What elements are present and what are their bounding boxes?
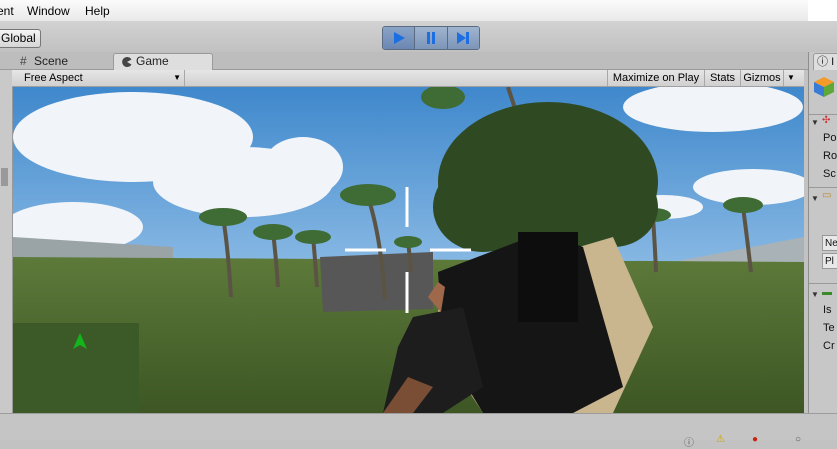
aspect-label: Free Aspect: [24, 72, 83, 84]
aspect-dropdown[interactable]: Free Aspect ▼: [17, 70, 185, 86]
menu-window[interactable]: Window: [27, 4, 70, 18]
status-bar: ⓘ ⚠ ● ○: [0, 413, 837, 449]
tab-game[interactable]: Game: [113, 53, 213, 71]
menu-bar: ent Window Help: [0, 0, 837, 22]
inspector-field-ne[interactable]: Ne: [822, 235, 837, 251]
menu-right-area: [808, 0, 837, 21]
inspector-row-cr: Cr: [823, 340, 835, 352]
game-view[interactable]: [13, 87, 804, 413]
pause-button[interactable]: [415, 27, 448, 49]
pivot-global-button[interactable]: Global: [0, 29, 41, 48]
game-scene-render: [13, 87, 804, 413]
component-icon: ▬: [822, 287, 832, 298]
left-scrollbar-thumb[interactable]: [1, 168, 8, 186]
pause-icon: [426, 32, 435, 44]
stats-button[interactable]: Stats: [704, 70, 740, 86]
maximize-on-play-button[interactable]: Maximize on Play: [607, 70, 704, 86]
warning-status-icon: ⚠: [716, 434, 725, 445]
tab-inspector-label: I: [831, 56, 835, 68]
tab-game-label: Game: [136, 54, 169, 68]
game-view-toolbar: Free Aspect ▼ Maximize on Play Stats Giz…: [12, 70, 804, 87]
step-icon: [457, 32, 470, 44]
transform-rotation-label: Ro: [823, 150, 837, 162]
inspector-row-is: Is: [823, 304, 832, 316]
inspector-divider: [809, 187, 837, 188]
play-controls: [382, 26, 480, 50]
error-status-icon: ●: [752, 434, 759, 445]
transform-icon: ✣: [822, 115, 831, 126]
play-button[interactable]: [383, 27, 416, 49]
transform-scale-label: Sc: [823, 168, 836, 180]
foldout-arrow-icon[interactable]: ▼: [811, 118, 819, 127]
gizmos-button[interactable]: Gizmos: [740, 70, 783, 86]
menu-help[interactable]: Help: [85, 4, 110, 18]
tab-inspector[interactable]: ⓘ I: [813, 53, 837, 70]
grid-icon: #: [20, 54, 27, 68]
gizmos-dropdown-arrow-icon[interactable]: ▼: [783, 70, 798, 86]
info-icon: ⓘ: [817, 56, 828, 68]
dropdown-arrow-icon: ▼: [173, 73, 181, 82]
menu-component[interactable]: ent: [0, 4, 14, 18]
collapse-icon: ○: [795, 434, 802, 445]
tab-scene[interactable]: # Scene: [12, 54, 124, 69]
inspector-field-pl[interactable]: Pl: [822, 253, 837, 269]
foldout-arrow-icon[interactable]: ▼: [811, 290, 819, 299]
pacman-icon: [122, 54, 132, 71]
inspector-row-te: Te: [823, 322, 835, 334]
minimap: [13, 323, 139, 413]
inspector-divider: [809, 283, 837, 284]
inspector-panel: ⓘ I ▼ ✣ Po Ro Sc ▼ ▭ Ne Pl ▼ ▬ Is Te Cr: [808, 52, 837, 439]
mesh-icon: ▭: [822, 190, 832, 201]
step-button[interactable]: [447, 27, 479, 49]
left-panel-edge: [0, 70, 13, 413]
cube-icon: [814, 77, 834, 97]
transform-position-label: Po: [823, 132, 837, 144]
view-tab-row: # Scene Game: [0, 52, 808, 71]
info-status-icon: ⓘ: [684, 438, 694, 449]
foldout-arrow-icon[interactable]: ▼: [811, 194, 819, 203]
gray-box: [320, 252, 433, 312]
play-icon: [393, 32, 405, 44]
tab-scene-label: Scene: [34, 54, 69, 68]
